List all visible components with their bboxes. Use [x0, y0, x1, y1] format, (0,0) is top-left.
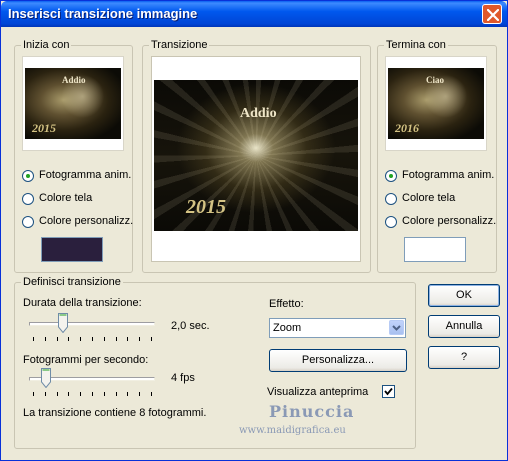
start-radio-canvas-label: Colore tela	[39, 192, 93, 204]
fps-label: Fotogrammi per secondo:	[23, 354, 149, 366]
define-transition-group: Definisci transizione Durata della trans…	[14, 276, 416, 449]
end-radio-custom-button[interactable]	[385, 216, 397, 228]
duration-slider-ticks	[33, 337, 152, 341]
customize-button[interactable]: Personalizza...	[269, 349, 407, 372]
slider-tick	[116, 337, 117, 341]
start-thumb-year: 2015	[32, 121, 56, 135]
effect-select[interactable]: Zoom	[269, 318, 406, 338]
window-title: Inserisci transizione immagine	[8, 6, 198, 21]
slider-tick	[57, 392, 58, 396]
slider-tick	[68, 392, 69, 396]
watermark-url: www.maidigrafica.eu	[239, 425, 346, 436]
start-radio-custom-label: Colore personalizz.	[39, 215, 134, 227]
slider-tick	[104, 392, 105, 396]
check-icon	[384, 387, 393, 396]
end-thumb-year: 2016	[395, 121, 419, 135]
slider-tick	[57, 337, 58, 341]
transition-preview-rays	[154, 80, 358, 231]
fps-value: 4 fps	[171, 372, 195, 384]
customize-button-label: Personalizza...	[301, 354, 375, 366]
transition-thumb-title: Addio	[240, 106, 277, 121]
chevron-down-icon	[392, 325, 401, 331]
cancel-button-label: Annulla	[445, 320, 483, 332]
transition-preview: Addio 2015	[154, 80, 358, 231]
close-icon	[487, 9, 499, 21]
end-radio-canvas-label: Colore tela	[402, 192, 456, 204]
preview-checkbox[interactable]	[382, 385, 395, 398]
end-radio-custom-label: Colore personalizz.	[402, 215, 497, 227]
effect-label: Effetto:	[269, 298, 304, 310]
duration-slider[interactable]	[29, 313, 155, 343]
slider-tick	[68, 337, 69, 341]
end-group: Termina con Ciao 2016 Fotogramma anim. C…	[377, 39, 497, 273]
watermark-name: Pinuccia	[269, 402, 355, 421]
fps-slider-thumb[interactable]	[41, 368, 51, 388]
slider-tick	[45, 392, 46, 396]
transition-thumb-year: 2015	[186, 196, 226, 218]
start-radio-animation-button[interactable]	[22, 170, 34, 182]
slider-tick	[33, 392, 34, 396]
dialog-window: Inserisci transizione immagine Inizia co…	[0, 0, 508, 461]
duration-slider-thumb[interactable]	[58, 313, 68, 333]
slider-tick	[116, 392, 117, 396]
effect-dropdown-button[interactable]	[389, 320, 404, 335]
slider-tick	[104, 337, 105, 341]
slider-tick	[80, 392, 81, 396]
end-thumbnail: Ciao 2016	[388, 68, 484, 139]
transition-group-label: Transizione	[149, 39, 210, 51]
end-radio-canvas-button[interactable]	[385, 193, 397, 205]
end-radio-animation-label: Fotogramma anim.	[402, 169, 495, 181]
close-button[interactable]	[482, 4, 502, 24]
transition-group: Transizione Addio 2015	[142, 39, 371, 273]
cancel-button[interactable]: Annulla	[428, 315, 500, 338]
effect-select-value: Zoom	[273, 322, 302, 334]
start-radio-animation-label: Fotogramma anim.	[39, 169, 132, 181]
end-thumb-title: Ciao	[426, 75, 444, 85]
start-thumb-title: Addio	[62, 75, 86, 85]
start-thumbnail: Addio 2015	[25, 68, 121, 139]
start-thumbnail-frame: Addio 2015	[22, 56, 124, 151]
frame-count-info: La transizione contiene 8 fotogrammi.	[23, 407, 207, 419]
slider-tick	[127, 392, 128, 396]
title-bar[interactable]: Inserisci transizione immagine	[1, 1, 507, 27]
preview-label: Visualizza anteprima	[267, 386, 369, 398]
slider-tick	[33, 337, 34, 341]
slider-tick	[127, 337, 128, 341]
slider-tick	[139, 392, 140, 396]
slider-tick	[151, 337, 152, 341]
slider-tick	[92, 337, 93, 341]
start-radio-canvas-button[interactable]	[22, 193, 34, 205]
duration-label: Durata della transizione:	[23, 297, 142, 309]
slider-tick	[45, 337, 46, 341]
end-group-label: Termina con	[384, 39, 448, 51]
start-radio-custom-button[interactable]	[22, 216, 34, 228]
end-thumbnail-frame: Ciao 2016	[385, 56, 487, 151]
start-group-label: Inizia con	[21, 39, 72, 51]
slider-tick	[92, 392, 93, 396]
help-button[interactable]: ?	[428, 346, 500, 369]
slider-tick	[139, 337, 140, 341]
fps-slider[interactable]	[29, 368, 155, 398]
end-radio-animation-button[interactable]	[385, 170, 397, 182]
duration-value: 2,0 sec.	[171, 320, 210, 332]
end-color-swatch[interactable]	[404, 237, 466, 262]
slider-tick	[151, 392, 152, 396]
fps-slider-ticks	[33, 392, 152, 396]
ok-button-label: OK	[456, 289, 472, 301]
slider-tick	[80, 337, 81, 341]
define-group-label: Definisci transizione	[21, 276, 123, 288]
start-color-swatch[interactable]	[41, 237, 103, 262]
ok-button[interactable]: OK	[428, 284, 500, 307]
start-group: Inizia con Addio 2015 Fotogramma anim. C…	[14, 39, 134, 273]
help-button-label: ?	[460, 351, 468, 363]
duration-slider-track	[29, 322, 155, 326]
transition-preview-frame: Addio 2015	[151, 56, 361, 262]
